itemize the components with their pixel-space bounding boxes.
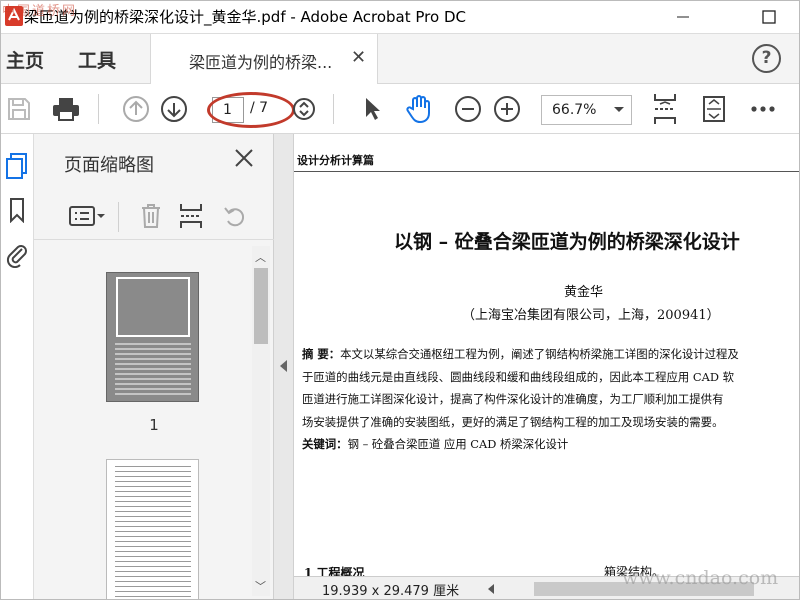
zoom-out-button[interactable] [451, 92, 485, 126]
hand-icon [406, 95, 430, 124]
insert-page-icon [180, 204, 202, 228]
close-tab-icon[interactable]: ✕ [351, 47, 366, 68]
watermark-bottom-right: www.cndao.com [622, 567, 779, 589]
maximize-button[interactable] [746, 0, 792, 34]
trash-icon [142, 204, 160, 228]
thumbnails-toolbar [34, 194, 274, 240]
tab-tools[interactable]: 工具 [78, 46, 116, 73]
close-panel-button[interactable] [233, 147, 255, 173]
page-thumbnails-icon [6, 153, 27, 179]
page-stepper-icon [293, 98, 315, 120]
abstract-line: 匝道进行施工详图深化设计，提高了构件深化设计的准确度，为工厂顺利加工提供有 [302, 392, 724, 406]
abstract-line: 本文以某综合交通枢纽工程为例，阐述了钢结构桥梁施工详图的深化设计过程及 [340, 347, 739, 361]
attachments-rail-button[interactable] [4, 240, 30, 268]
chevron-up-icon[interactable]: ︿ [255, 249, 266, 265]
close-icon [235, 149, 253, 167]
watermark-top-left: 中国道桥网 [2, 4, 78, 19]
document-title: 以钢 – 砼叠合梁匝道为例的桥梁深化设计 [394, 231, 740, 253]
cursor-arrow-icon [366, 98, 380, 120]
bookmarks-rail-button[interactable] [4, 196, 30, 224]
scrollbar-thumb[interactable] [254, 268, 268, 344]
window-title: 梁匝道为例的桥梁深化设计_黄金华.pdf - Adobe Acrobat Pro… [24, 8, 466, 26]
maximize-icon [762, 10, 776, 24]
document-affiliation: （上海宝冶集团有限公司，上海，200941） [462, 308, 720, 323]
panel-collapse-strip[interactable] [274, 134, 294, 600]
page-thumbnail[interactable] [106, 272, 199, 402]
thumbnails-scrollbar[interactable]: ︿ ﹀ [252, 246, 270, 596]
full-screen-button[interactable] [697, 92, 731, 126]
minimize-button[interactable] [660, 0, 706, 34]
save-button[interactable] [2, 92, 36, 126]
thumbnails-panel: 页面缩略图 1 ︿ ﹀ [34, 134, 274, 600]
printer-icon [53, 98, 79, 121]
tab-home[interactable]: 主页 [6, 46, 44, 73]
zoom-in-icon [494, 96, 520, 122]
previous-page-button[interactable] [119, 92, 153, 126]
more-icon [751, 106, 775, 112]
running-head: 设计分析计算篇 [297, 154, 374, 167]
document-author: 黄金华 [564, 285, 604, 300]
paperclip-icon [6, 245, 27, 268]
page-scroll-button[interactable] [287, 92, 321, 126]
page-thumbnails-rail-button[interactable] [4, 152, 30, 180]
page-thumbnail[interactable] [106, 459, 199, 600]
abstract-label: 摘 要： [302, 347, 341, 361]
zoom-out-icon [455, 96, 481, 122]
abstract: 摘 要：本文以某综合交通枢纽工程为例，阐述了钢结构桥梁施工详图的深化设计过程及 … [302, 343, 796, 456]
options-menu-icon [69, 206, 105, 226]
chevron-down-icon[interactable] [614, 107, 624, 112]
tab-document[interactable]: 梁匝道为例的桥梁... ✕ [150, 34, 378, 84]
arrow-down-circle-icon [161, 96, 187, 122]
hand-tool-button[interactable] [402, 92, 436, 126]
print-button[interactable] [49, 92, 83, 126]
toolbar: 1 / 7 66.7% [0, 84, 800, 134]
title-bar: 梁匝道为例的桥梁深化设计_黄金华.pdf - Adobe Acrobat Pro… [0, 0, 800, 34]
save-icon [8, 98, 30, 120]
abstract-line: 于匝道的曲线元是由直线段、圆曲线段和缓和曲线段组成的，因此本工程应用 CAD 软 [302, 369, 734, 384]
collapse-arrow-icon[interactable] [280, 360, 287, 372]
annotation-oval [207, 92, 295, 128]
help-button[interactable]: ? [752, 44, 781, 73]
keywords: 钢 – 砼叠合梁匝道 应用 CAD 桥梁深化设计 [347, 437, 569, 451]
navigation-rail [0, 134, 34, 600]
document-viewer[interactable]: 设计分析计算篇 以钢 – 砼叠合梁匝道为例的桥梁深化设计 黄金华 （上海宝冶集团… [294, 134, 800, 600]
zoom-in-button[interactable] [490, 92, 524, 126]
scroll-left-icon[interactable] [488, 584, 494, 594]
thumbnail-page-number: 1 [149, 416, 159, 434]
fit-page-icon [654, 94, 676, 124]
rotate-icon [224, 207, 245, 227]
bookmark-icon [10, 198, 24, 223]
next-page-button[interactable] [157, 92, 191, 126]
arrow-up-circle-icon [123, 96, 149, 122]
keywords-label: 关键词： [302, 437, 348, 451]
tab-bar: 主页 工具 梁匝道为例的桥梁... ✕ ? [0, 34, 800, 84]
header-rule [294, 171, 800, 172]
insert-page-button[interactable] [175, 200, 207, 232]
fit-page-button[interactable] [648, 92, 682, 126]
minimize-icon [677, 16, 689, 18]
more-tools-button[interactable] [746, 92, 780, 126]
chevron-down-icon[interactable]: ﹀ [255, 578, 266, 594]
select-tool-button[interactable] [355, 92, 389, 126]
full-screen-icon [703, 96, 725, 122]
thumbnail-options-button[interactable] [66, 200, 108, 232]
page-size-readout: 19.939 x 29.479 厘米 [322, 584, 460, 599]
thumbnails-panel-title: 页面缩略图 [64, 155, 154, 176]
abstract-line: 场安装提供了准确的安装图纸，更好的满足了钢结构工程的加工及现场安装的需要。 [302, 414, 724, 429]
rotate-page-button[interactable] [219, 200, 251, 232]
delete-page-button[interactable] [135, 200, 167, 232]
document-tab-label: 梁匝道为例的桥梁... [189, 53, 333, 72]
